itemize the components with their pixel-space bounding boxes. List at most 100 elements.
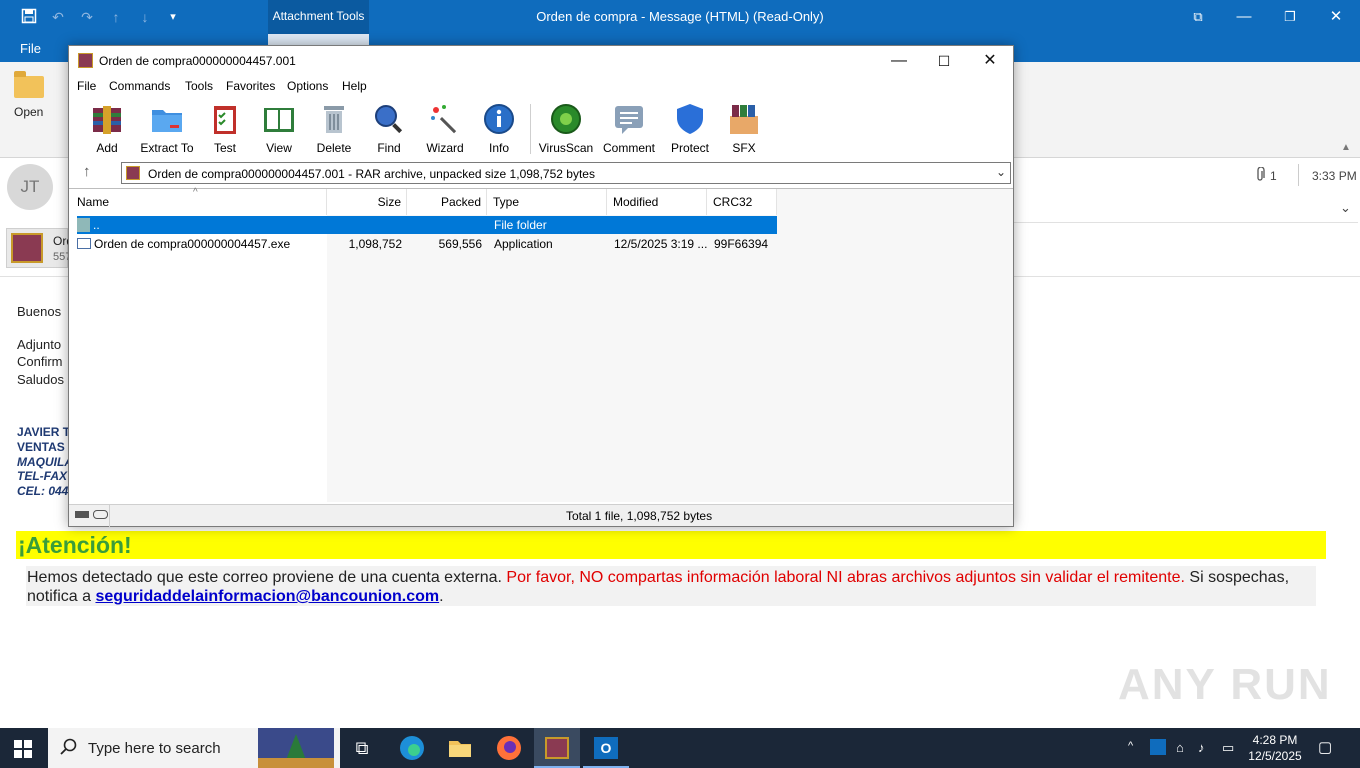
- tool-delete-button[interactable]: Delete: [304, 102, 364, 156]
- attachment-chip[interactable]: Ord 557: [6, 228, 73, 268]
- address-dropdown-chevron-icon[interactable]: ⌄: [996, 165, 1006, 179]
- test-clipboard-icon: [214, 106, 236, 134]
- up-one-level-icon[interactable]: ↑: [83, 163, 91, 180]
- language-icon[interactable]: ▭: [1222, 740, 1234, 756]
- tool-label: Delete: [316, 141, 352, 155]
- column-header-crc32[interactable]: CRC32: [707, 189, 777, 215]
- open-folder-icon[interactable]: [14, 71, 44, 98]
- ribbon-display-icon[interactable]: ⧉: [1175, 4, 1221, 30]
- divider: [1298, 164, 1299, 186]
- warning-banner: [16, 531, 1326, 559]
- close-button[interactable]: ✕: [1313, 4, 1359, 30]
- winrar-close-button[interactable]: ✕: [967, 46, 1013, 76]
- minimize-button[interactable]: —: [1221, 4, 1267, 30]
- menu-tools[interactable]: Tools: [185, 79, 213, 93]
- network-icon[interactable]: ⌂: [1176, 740, 1184, 755]
- outlook-tray-icon[interactable]: [1150, 739, 1166, 755]
- outlook-title-bar: ↶ ↷ ↑ ↓ ▾ Attachment Tools Orden de comp…: [0, 0, 1360, 34]
- tab-file[interactable]: File: [20, 41, 41, 56]
- firefox-icon[interactable]: [495, 734, 523, 762]
- tool-wizard-button[interactable]: Wizard: [415, 102, 475, 156]
- signature-line: JAVIER T: [17, 425, 71, 439]
- tool-view-button[interactable]: View: [249, 102, 309, 156]
- winrar-maximize-button[interactable]: ☐: [921, 46, 967, 76]
- clock[interactable]: 4:28 PM 12/5/2025: [1248, 732, 1302, 764]
- table-row[interactable]: Orden de compra000000004457.exe 1,098,75…: [77, 235, 777, 253]
- taskbar-search-box[interactable]: Type here to search: [48, 728, 340, 768]
- task-view-icon[interactable]: ⧉: [348, 734, 376, 762]
- comment-icon: [615, 106, 643, 134]
- tool-label: Protect: [670, 141, 709, 155]
- column-header-size[interactable]: Size: [327, 189, 407, 215]
- menu-favorites[interactable]: Favorites: [226, 79, 275, 93]
- column-header-name[interactable]: Name ^: [69, 187, 327, 215]
- tool-label: Extract To: [140, 141, 194, 155]
- tool-virusscan-button[interactable]: VirusScan: [536, 102, 596, 156]
- open-button[interactable]: Open: [14, 105, 43, 119]
- winrar-minimize-button[interactable]: —: [876, 46, 922, 76]
- info-icon: [484, 104, 514, 134]
- file-explorer-icon[interactable]: [446, 734, 474, 762]
- tool-add-button[interactable]: Add: [77, 102, 137, 156]
- tool-label: VirusScan: [538, 141, 594, 155]
- outlook-icon: O: [594, 737, 618, 759]
- find-magnifier-icon: [375, 105, 403, 134]
- tool-find-button[interactable]: Find: [359, 102, 419, 156]
- row-name: Orden de compra000000004457.exe: [94, 237, 291, 251]
- edge-icon[interactable]: [398, 734, 426, 762]
- warning-title: ¡Atención!: [18, 532, 132, 558]
- row-packed: 569,556: [438, 237, 482, 251]
- column-header-modified[interactable]: Modified: [607, 189, 707, 215]
- window-caption: Orden de compra - Message (HTML) (Read-O…: [536, 9, 824, 24]
- winrar-status-bar: Total 1 file, 1,098,752 bytes: [69, 504, 1013, 527]
- exe-file-icon: [77, 238, 91, 249]
- tool-label: Wizard: [426, 141, 464, 155]
- menu-commands[interactable]: Commands: [109, 79, 170, 93]
- address-combobox[interactable]: Orden de compra000000004457.001 - RAR ar…: [121, 162, 1011, 184]
- tool-label: Test: [213, 141, 236, 155]
- body-greeting: Buenos: [17, 304, 62, 319]
- tool-test-button[interactable]: Test: [195, 102, 255, 156]
- tool-protect-button[interactable]: Protect: [660, 102, 720, 156]
- menu-help[interactable]: Help: [342, 79, 367, 93]
- expand-header-chevron-icon[interactable]: ⌄: [1340, 200, 1351, 216]
- menu-options[interactable]: Options: [287, 79, 328, 93]
- signature-line: CEL: 044: [17, 484, 69, 498]
- tool-label: Add: [96, 141, 118, 155]
- signature-line: VENTAS: [17, 440, 65, 454]
- notification-icon[interactable]: ▢: [1318, 738, 1332, 756]
- status-text: Total 1 file, 1,098,752 bytes: [566, 509, 713, 523]
- menu-file[interactable]: File: [77, 79, 96, 93]
- tool-comment-button[interactable]: Comment: [599, 102, 659, 156]
- show-hidden-icons-icon[interactable]: ^: [1128, 740, 1133, 752]
- body-line: Adjunto: [17, 337, 62, 352]
- key-icon: [93, 510, 108, 519]
- winrar-menu-bar: File Commands Tools Favorites Options He…: [69, 76, 1013, 98]
- windows-start-icon[interactable]: [14, 740, 32, 761]
- taskbar-winrar-active[interactable]: [534, 728, 580, 768]
- table-row-parent-folder[interactable]: .. File folder: [77, 216, 777, 234]
- tool-info-button[interactable]: Info: [469, 102, 529, 156]
- rar-file-icon: [11, 233, 43, 263]
- tool-label: View: [266, 141, 292, 155]
- winrar-logo-icon: [78, 53, 93, 68]
- avatar: JT: [7, 164, 53, 210]
- winrar-address-bar: ↑ Orden de compra000000004457.001 - RAR …: [69, 160, 1013, 188]
- security-email-link[interactable]: seguridaddelainformacion@bancounion.com: [95, 588, 439, 605]
- parent-folder-icon: [77, 218, 90, 232]
- row-modified: 12/5/2025 3:19 ...: [614, 237, 708, 251]
- taskbar-outlook[interactable]: O: [583, 728, 629, 768]
- row-name: ..: [93, 218, 100, 232]
- tool-extract-button[interactable]: Extract To: [135, 102, 199, 156]
- tool-sfx-button[interactable]: SFX: [714, 102, 774, 156]
- volume-icon[interactable]: ♪: [1198, 740, 1205, 755]
- warning-text-red: Por favor, NO compartas información labo…: [506, 569, 1185, 586]
- column-header-type[interactable]: Type: [487, 189, 607, 215]
- scroll-up-arrow-icon[interactable]: ▲: [1341, 142, 1351, 153]
- extract-folder-icon: [152, 110, 182, 132]
- restore-button[interactable]: ❐: [1267, 4, 1313, 30]
- wizard-wand-icon: [431, 105, 457, 134]
- column-label: Name: [77, 195, 110, 209]
- column-header-packed[interactable]: Packed: [407, 189, 487, 215]
- winrar-title: Orden de compra000000004457.001: [99, 54, 296, 68]
